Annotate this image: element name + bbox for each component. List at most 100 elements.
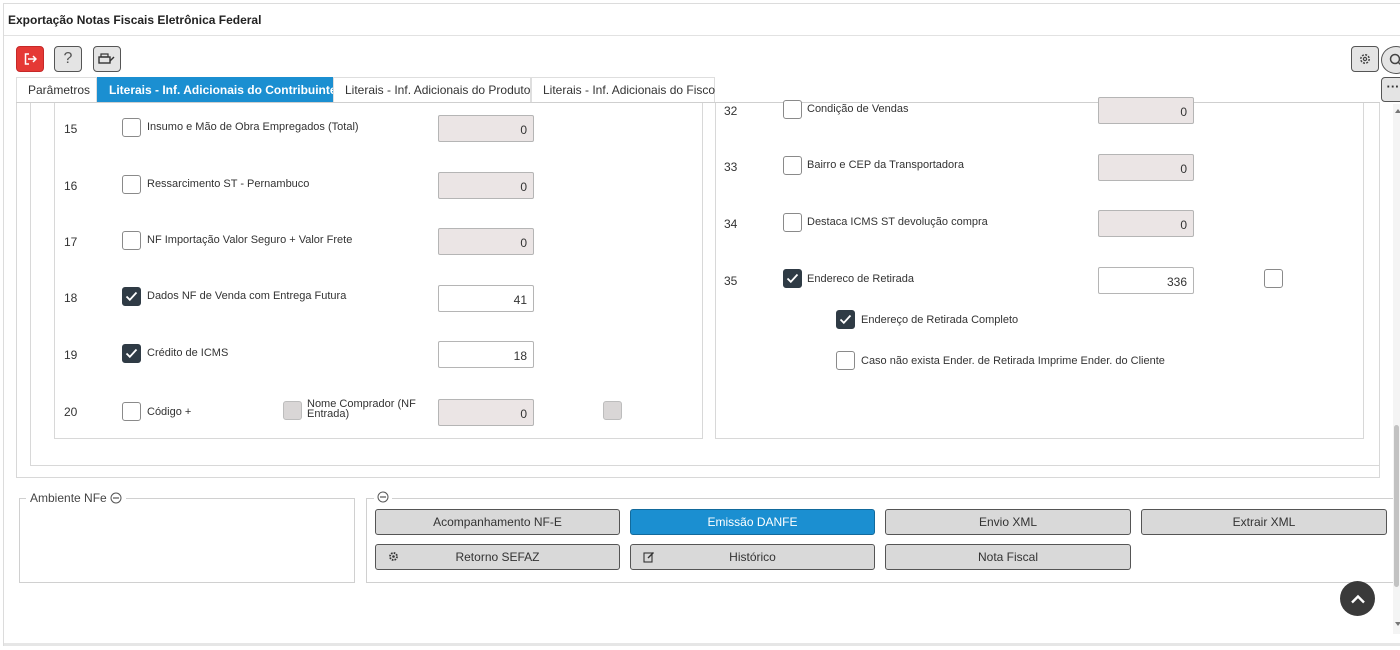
checkbox-label: Destaca ICMS ST devolução compra [807,216,988,228]
acompanhamento-nfe-button[interactable]: Acompanhamento NF-E [375,509,620,535]
scrollbar-thumb[interactable] [1394,425,1399,587]
row-number: 16 [64,179,78,193]
scroll-down-arrow-icon[interactable] [1395,622,1400,626]
tab-parametros[interactable]: Parâmetros [16,77,97,102]
back-to-top-button[interactable] [1340,581,1375,616]
exit-icon [24,53,37,65]
nota-fiscal-button[interactable]: Nota Fiscal [885,544,1131,570]
row-number: 19 [64,348,78,362]
row-number: 35 [724,274,738,288]
tab-literais-contribuinte[interactable]: Literais - Inf. Adicionais do Contribuin… [97,77,337,102]
more-icon: ··· [1386,79,1400,94]
checkbox-label: Código + [147,406,192,418]
checkbox-imprime-ender-cliente[interactable] [836,351,855,370]
checkmark-icon [125,291,138,302]
field-ressarcimento-st[interactable]: 0 [438,172,534,199]
more-options-button[interactable]: ··· [1381,77,1400,102]
envio-xml-button[interactable]: Envio XML [885,509,1131,535]
row-number: 34 [724,217,738,231]
checkbox-dados-nf-venda[interactable] [122,287,141,306]
actions-legend[interactable] [374,491,392,506]
checkbox-label: Bairro e CEP da Transportadora [807,159,964,171]
checkbox-insumo-mao-obra[interactable] [122,118,141,137]
checkbox-destaca-icms[interactable] [783,213,802,232]
checkbox-codigo[interactable] [122,402,141,421]
ambiente-label: Ambiente NFe [30,491,107,505]
checkbox-nf-importacao[interactable] [122,231,141,250]
extrair-xml-button[interactable]: Extrair XML [1141,509,1387,535]
checkmark-icon [839,314,852,325]
checkbox-label: NF Importação Valor Seguro + Valor Frete [147,234,353,246]
scroll-up-arrow-icon[interactable] [1395,109,1400,113]
ambiente-nfe-panel [19,498,355,583]
gear-icon [389,552,398,561]
printer-icon [98,53,115,64]
checkbox-nome-comprador[interactable] [283,401,302,420]
row-number: 18 [64,291,78,305]
chevron-up-icon [1350,594,1365,603]
field-endereco-retirada[interactable]: 336 [1098,267,1194,294]
left-group-panel [54,103,703,439]
emissao-danfe-button[interactable]: Emissão DANFE [630,509,875,535]
tab-label: Parâmetros [28,83,91,97]
search-icon [1389,53,1400,66]
gear-icon [1360,54,1370,64]
button-label: Extrair XML [1232,515,1296,529]
field-condicao-vendas[interactable]: 0 [1098,97,1194,124]
checkbox-label: Endereço de Retirada Completo [861,314,1019,326]
row-number: 20 [64,405,78,419]
edit-icon [643,552,654,563]
title-divider [4,35,1400,36]
help-button[interactable]: ? [54,46,82,72]
checkbox-label: Crédito de ICMS [147,347,229,359]
ambiente-legend[interactable]: Ambiente NFe [26,491,126,505]
field-dados-nf-venda[interactable]: 41 [438,285,534,312]
field-nf-importacao[interactable]: 0 [438,228,534,255]
field-credito-icms[interactable]: 18 [438,341,534,368]
tab-label: Literais - Inf. Adicionais do Produto [345,83,531,97]
button-label: Acompanhamento NF-E [433,515,562,529]
retorno-sefaz-button[interactable]: Retorno SEFAZ [375,544,620,570]
checkmark-icon [125,348,138,359]
checkbox-label: Ressarcimento ST - Pernambuco [147,178,310,190]
checkbox-codigo-extra[interactable] [603,401,622,420]
button-label: Histórico [729,550,776,564]
checkbox-endereco-retirada[interactable] [783,269,802,288]
field-codigo[interactable]: 0 [438,399,534,426]
checkbox-bairro-cep[interactable] [783,156,802,175]
checkbox-endereco-completo[interactable] [836,310,855,329]
checkbox-label: Dados NF de Venda com Entrega Futura [147,290,347,302]
checkbox-label: Endereco de Retirada [807,273,915,285]
historico-button[interactable]: Histórico [630,544,875,570]
button-label: Retorno SEFAZ [455,550,540,564]
tab-label: Literais - Inf. Adicionais do Fisco [543,83,716,97]
exit-button[interactable] [16,46,44,72]
checkbox-label: Condição de Vendas [807,103,909,115]
button-label: Nota Fiscal [977,550,1039,564]
checkbox-label: Nome Comprador (NF Entrada) [307,398,416,420]
field-insumo-mao-obra[interactable]: 0 [438,115,534,142]
checkbox-endereco-retirada-extra[interactable] [1264,269,1283,288]
tab-literais-fisco[interactable]: Literais - Inf. Adicionais do Fisco [531,77,715,102]
checkbox-condicao-vendas[interactable] [783,100,802,119]
collapse-icon[interactable] [110,492,122,504]
row-number: 15 [64,122,78,136]
row-number: 32 [724,104,738,118]
checkbox-credito-icms[interactable] [122,344,141,363]
tab-label: Literais - Inf. Adicionais do Contribuin… [109,83,337,97]
button-label: Emissão DANFE [707,515,798,529]
print-button[interactable] [93,46,121,72]
checkbox-label: Caso não exista Ender. de Retirada Impri… [861,355,1165,367]
row-number: 17 [64,235,78,249]
collapse-icon[interactable] [377,491,389,503]
row-number: 33 [724,160,738,174]
field-destaca-icms[interactable]: 0 [1098,210,1194,237]
checkbox-label: Insumo e Mão de Obra Empregados (Total) [147,121,359,133]
field-bairro-cep[interactable]: 0 [1098,154,1194,181]
settings-button[interactable] [1351,46,1379,72]
footer-bar [4,643,1400,646]
checkmark-icon [786,273,799,284]
tab-literais-produto[interactable]: Literais - Inf. Adicionais do Produto [333,77,531,102]
button-label: Envio XML [978,515,1038,529]
checkbox-ressarcimento-st[interactable] [122,175,141,194]
